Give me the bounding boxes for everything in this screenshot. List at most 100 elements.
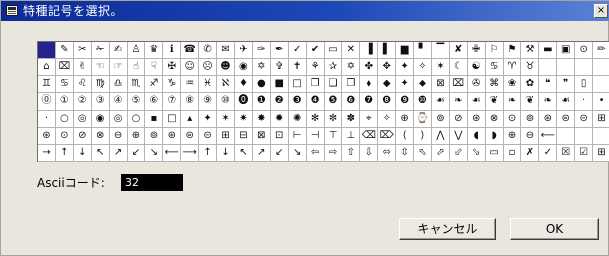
symbol-cell[interactable]: ❶ xyxy=(252,93,271,111)
symbol-cell[interactable]: ❺ xyxy=(324,93,343,111)
symbol-cell[interactable]: ⑦ xyxy=(163,93,182,111)
symbol-cell[interactable]: ✇ xyxy=(467,76,486,94)
symbol-cell[interactable]: ⌫ xyxy=(360,127,379,145)
symbol-cell[interactable]: ↖ xyxy=(234,144,253,162)
symbol-cell[interactable]: ❾ xyxy=(396,93,415,111)
symbol-cell[interactable]: ✧ xyxy=(414,59,432,77)
symbol-cell[interactable]: ◉ xyxy=(234,59,253,77)
symbol-cell[interactable]: ⇨ xyxy=(324,144,343,162)
symbol-cell[interactable]: □ xyxy=(163,110,182,128)
symbol-cell[interactable]: ♎ xyxy=(109,76,128,94)
symbol-cell[interactable]: ✑ xyxy=(252,42,271,60)
symbol-cell[interactable]: ⊕ xyxy=(396,110,415,128)
symbol-cell[interactable]: ⬁ xyxy=(414,144,432,162)
symbol-cell[interactable]: ✧ xyxy=(378,110,397,128)
symbol-cell[interactable]: ☙ xyxy=(467,93,486,111)
symbol-cell[interactable]: ◖ xyxy=(467,127,486,145)
symbol-cell[interactable]: ⊡ xyxy=(270,127,289,145)
symbol-cell[interactable]: ⊜ xyxy=(557,110,576,128)
symbol-cell[interactable]: ⊛ xyxy=(38,127,56,145)
symbol-cell[interactable]: → xyxy=(38,144,56,162)
symbol-cell[interactable]: ❧ xyxy=(503,93,522,111)
symbol-cell[interactable]: ❧ xyxy=(449,93,468,111)
symbol-cell[interactable]: ✡ xyxy=(252,59,271,77)
symbol-cell[interactable]: ⊙ xyxy=(575,42,594,60)
symbol-cell[interactable]: ☺ xyxy=(181,59,200,77)
symbol-cell[interactable]: ✶ xyxy=(217,110,235,128)
symbol-cell[interactable] xyxy=(557,59,576,77)
symbol-cell[interactable]: ❦ xyxy=(485,93,504,111)
symbol-cell[interactable]: ✍ xyxy=(109,42,128,60)
symbol-cell[interactable]: ✈ xyxy=(234,42,253,60)
symbol-cell[interactable]: ■ xyxy=(270,76,289,94)
symbol-cell[interactable]: ⬄ xyxy=(378,144,397,162)
symbol-cell[interactable]: ⬥ xyxy=(414,76,432,94)
symbol-cell[interactable]: ✉ xyxy=(217,42,235,60)
symbol-cell[interactable]: ❒ xyxy=(342,76,361,94)
symbol-cell[interactable]: ❽ xyxy=(378,93,397,111)
symbol-cell[interactable]: ✝ xyxy=(288,59,307,77)
symbol-cell[interactable]: ♐ xyxy=(145,76,164,94)
symbol-cell[interactable] xyxy=(38,42,56,60)
symbol-cell[interactable]: ♦ xyxy=(234,76,253,94)
symbol-cell[interactable]: ↗ xyxy=(252,144,271,162)
symbol-cell[interactable]: • xyxy=(593,93,609,111)
symbol-cell[interactable]: ⑨ xyxy=(199,93,218,111)
symbol-cell[interactable]: ▪ xyxy=(145,110,164,128)
symbol-cell[interactable]: ⊙ xyxy=(55,127,74,145)
symbol-cell[interactable]: ❞ xyxy=(557,76,576,94)
symbol-cell[interactable]: ❑ xyxy=(324,76,343,94)
symbol-cell[interactable]: ⊟ xyxy=(234,127,253,145)
symbol-cell[interactable]: ✿ xyxy=(521,76,540,94)
symbol-cell[interactable]: ♋ xyxy=(485,59,504,77)
symbol-cell[interactable]: ⊚ xyxy=(521,110,540,128)
symbol-cell[interactable]: ☙ xyxy=(431,93,450,111)
symbol-cell[interactable]: ⟵ xyxy=(163,144,182,162)
symbol-cell[interactable]: ⟵ xyxy=(539,127,558,145)
symbol-cell[interactable]: ♛ xyxy=(145,42,164,60)
symbol-cell[interactable]: · xyxy=(575,93,594,111)
symbol-cell[interactable]: ⚑ xyxy=(503,42,522,60)
symbol-cell[interactable]: ⊝ xyxy=(575,110,594,128)
symbol-cell[interactable]: ↘ xyxy=(145,144,164,162)
symbol-cell[interactable]: ✻ xyxy=(306,110,325,128)
symbol-cell[interactable]: ◎ xyxy=(73,110,92,128)
symbol-cell[interactable]: ✆ xyxy=(199,42,218,60)
symbol-cell[interactable] xyxy=(593,128,609,145)
symbol-cell[interactable]: ⌧ xyxy=(55,59,74,77)
symbol-cell[interactable]: ❧ xyxy=(539,93,558,111)
symbol-cell[interactable]: ♍ xyxy=(91,76,110,94)
symbol-cell[interactable]: ↑ xyxy=(199,144,218,162)
symbol-cell[interactable]: ⇦ xyxy=(306,144,325,162)
symbol-cell[interactable]: ⊝ xyxy=(199,127,218,145)
symbol-cell[interactable]: ✙ xyxy=(467,42,486,60)
symbol-cell[interactable]: ❹ xyxy=(306,93,325,111)
symbol-cell[interactable]: ☑ xyxy=(575,144,594,162)
symbol-cell[interactable]: ✕ xyxy=(342,42,361,60)
symbol-cell[interactable]: ○ xyxy=(127,110,146,128)
symbol-cell[interactable]: ◎ xyxy=(109,110,128,128)
symbol-cell[interactable]: ✒ xyxy=(270,42,289,60)
symbol-cell[interactable] xyxy=(557,127,576,145)
symbol-cell[interactable]: ⌧ xyxy=(449,76,468,94)
symbol-cell[interactable]: ⟨ xyxy=(396,127,415,145)
symbol-cell[interactable] xyxy=(575,127,594,145)
symbol-cell[interactable]: ☒ xyxy=(557,144,576,162)
symbol-cell[interactable]: ⌚ xyxy=(414,110,432,128)
symbol-cell[interactable]: ① xyxy=(55,93,74,111)
symbol-cell[interactable]: ⌖ xyxy=(360,110,379,128)
symbol-cell[interactable]: ⑥ xyxy=(145,93,164,111)
symbol-cell[interactable]: ✸ xyxy=(252,110,271,128)
symbol-cell[interactable]: ✡ xyxy=(342,59,361,77)
symbol-cell[interactable]: ❿ xyxy=(414,93,432,111)
symbol-cell[interactable]: ☯ xyxy=(467,59,486,77)
symbol-cell[interactable]: ⊗ xyxy=(91,127,110,145)
symbol-cell[interactable]: ✦ xyxy=(199,110,218,128)
symbol-cell[interactable]: ⌘ xyxy=(485,76,504,94)
symbol-cell[interactable]: ⊙ xyxy=(503,110,522,128)
cancel-button[interactable]: キャンセル xyxy=(399,218,496,240)
symbol-cell[interactable]: ☎ xyxy=(181,42,200,60)
symbol-cell[interactable]: ◗ xyxy=(485,127,504,145)
symbol-cell[interactable]: ⌦ xyxy=(378,127,397,145)
symbol-cell[interactable]: ⊤ xyxy=(324,127,343,145)
